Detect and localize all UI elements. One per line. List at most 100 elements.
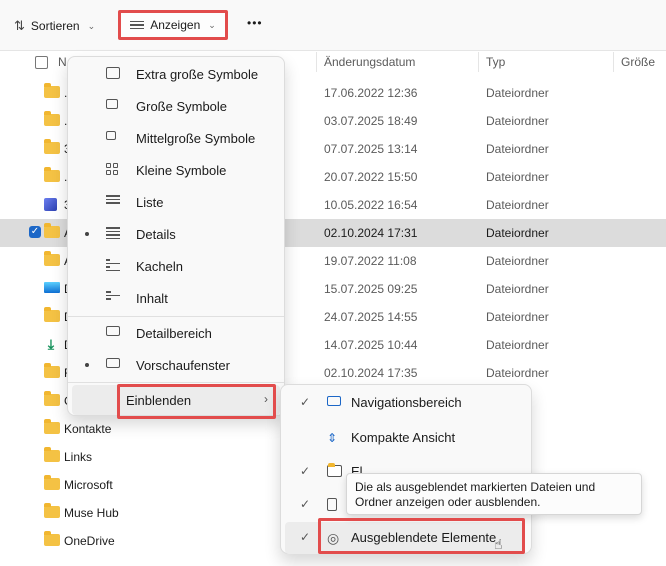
chevron-down-icon: ⌄	[87, 20, 96, 31]
checkmark-icon: ✓	[300, 395, 311, 409]
file-type: Dateiordner	[486, 366, 549, 380]
file-type: Dateiordner	[486, 114, 549, 128]
grid-icon	[106, 163, 122, 177]
menu-label: Navigationsbereich	[351, 395, 462, 410]
view-label: Anzeigen	[150, 18, 201, 32]
menu-label: Extra große Symbole	[136, 67, 259, 82]
folder-icon	[44, 363, 60, 379]
folder-icon	[44, 83, 60, 99]
file-type: Dateiordner	[486, 338, 549, 352]
folder-icon	[44, 391, 60, 407]
chevron-down-icon: ⌄	[208, 19, 216, 30]
sort-button[interactable]: ⇅ Sortieren ⌄	[14, 11, 95, 41]
column-divider[interactable]	[316, 52, 317, 72]
folder-icon	[44, 139, 60, 155]
menu-item-extra-large-icons[interactable]: Extra große Symbole	[72, 59, 280, 89]
menu-item-navigation-pane[interactable]: ✓ Navigationsbereich	[285, 387, 523, 419]
column-divider[interactable]	[478, 52, 479, 72]
menu-item-details-pane[interactable]: Detailbereich	[72, 318, 280, 348]
file-type: Dateiordner	[486, 198, 549, 212]
tooltip-text: Die als ausgeblendet markierten Dateien …	[355, 480, 596, 509]
column-header-size[interactable]: Größe	[621, 55, 655, 69]
menu-item-list[interactable]: Liste	[72, 187, 280, 217]
mouse-cursor-icon: ☝	[494, 536, 503, 552]
menu-item-small-icons[interactable]: Kleine Symbole	[72, 155, 280, 185]
menu-divider	[68, 316, 284, 317]
toolbar-divider	[0, 50, 666, 51]
menu-divider	[68, 382, 284, 383]
file-name: Links	[64, 450, 93, 464]
file-name: Microsoft	[64, 478, 113, 492]
menu-label: Vorschaufenster	[136, 358, 230, 373]
column-header-name[interactable]: N	[58, 55, 67, 69]
menu-label: Mittelgroße Symbole	[136, 131, 256, 146]
file-date: 19.07.2022 11:08	[324, 254, 417, 268]
menu-label: Details	[136, 227, 176, 242]
file-type: Dateiordner	[486, 282, 549, 296]
selected-bullet-icon	[85, 232, 89, 236]
menu-label: Kacheln	[136, 259, 183, 274]
highlight-show-item	[117, 384, 276, 419]
file-type: Dateiordner	[486, 310, 549, 324]
column-divider[interactable]	[613, 52, 614, 72]
hidden-items-tooltip: Die als ausgeblendet markierten Dateien …	[346, 473, 642, 515]
file-date: 15.07.2025 09:25	[324, 282, 418, 296]
row-checkbox[interactable]: ✓	[29, 226, 41, 238]
details-pane-icon	[106, 326, 122, 340]
list-icon	[106, 195, 122, 209]
file-date: 10.05.2022 16:54	[324, 198, 418, 212]
checkmark-icon: ✓	[300, 530, 311, 544]
view-menu: Extra große Symbole Große Symbole Mittel…	[67, 56, 285, 416]
menu-item-compact-view[interactable]: ⇕ Kompakte Ansicht	[285, 422, 523, 454]
cube-icon	[44, 198, 60, 211]
checkmark-icon: ✓	[300, 464, 311, 478]
menu-item-large-icons[interactable]: Große Symbole	[72, 91, 280, 121]
menu-item-details[interactable]: Details	[72, 219, 280, 249]
file-type: Dateiordner	[486, 254, 549, 268]
menu-item-preview-pane[interactable]: Vorschaufenster	[72, 350, 280, 380]
preview-pane-icon	[106, 358, 122, 372]
menu-label: Kleine Symbole	[136, 163, 227, 178]
file-type: Dateiordner	[486, 226, 549, 240]
menu-item-content[interactable]: Inhalt	[72, 283, 280, 313]
file-date: 02.10.2024 17:35	[324, 366, 418, 380]
sort-icon: ⇅	[14, 18, 25, 33]
monitor-icon	[106, 99, 122, 113]
file-type: Dateiordner	[486, 86, 549, 100]
view-button[interactable]: Anzeigen ⌄	[118, 10, 228, 40]
menu-label: Kompakte Ansicht	[351, 430, 456, 445]
menu-item-tiles[interactable]: Kacheln	[72, 251, 280, 281]
select-all-checkbox[interactable]	[35, 56, 48, 69]
menu-item-medium-icons[interactable]: Mittelgroße Symbole	[72, 123, 280, 153]
compact-view-icon: ⇕	[327, 431, 338, 445]
file-name: Muse Hub	[64, 506, 119, 520]
desktop-icon	[44, 282, 60, 295]
folder-icon	[44, 251, 60, 267]
view-icon	[130, 20, 145, 30]
file-date: 17.06.2022 12:36	[324, 86, 418, 100]
column-header-type[interactable]: Typ	[486, 55, 505, 69]
file-date: 02.10.2024 17:31	[324, 226, 418, 240]
file-type: Dateiordner	[486, 170, 549, 184]
selected-bullet-icon	[85, 363, 89, 367]
file-date: 07.07.2025 13:14	[324, 142, 418, 156]
menu-label: Liste	[136, 195, 164, 210]
folder-icon	[44, 307, 60, 323]
folder-icon	[44, 531, 60, 547]
file-type: Dateiordner	[486, 142, 549, 156]
folder-icon	[44, 111, 60, 127]
more-options-button[interactable]: •••	[247, 8, 263, 38]
sort-label: Sortieren	[30, 19, 80, 33]
file-name: Kontakte	[64, 422, 112, 436]
column-header-date[interactable]: Änderungsdatum	[324, 55, 415, 69]
file-date: 24.07.2025 14:55	[324, 310, 418, 324]
monitor-icon	[106, 67, 122, 81]
tiles-icon	[106, 259, 122, 273]
folder-icon	[44, 503, 60, 519]
monitor-icon	[106, 131, 122, 145]
folder-icon	[44, 223, 60, 239]
file-date: 14.07.2025 10:44	[324, 338, 418, 352]
file-icon	[327, 498, 343, 512]
menu-label: Große Symbole	[136, 99, 228, 114]
command-bar: ⇅ Sortieren ⌄ Anzeigen ⌄ •••	[0, 0, 666, 50]
